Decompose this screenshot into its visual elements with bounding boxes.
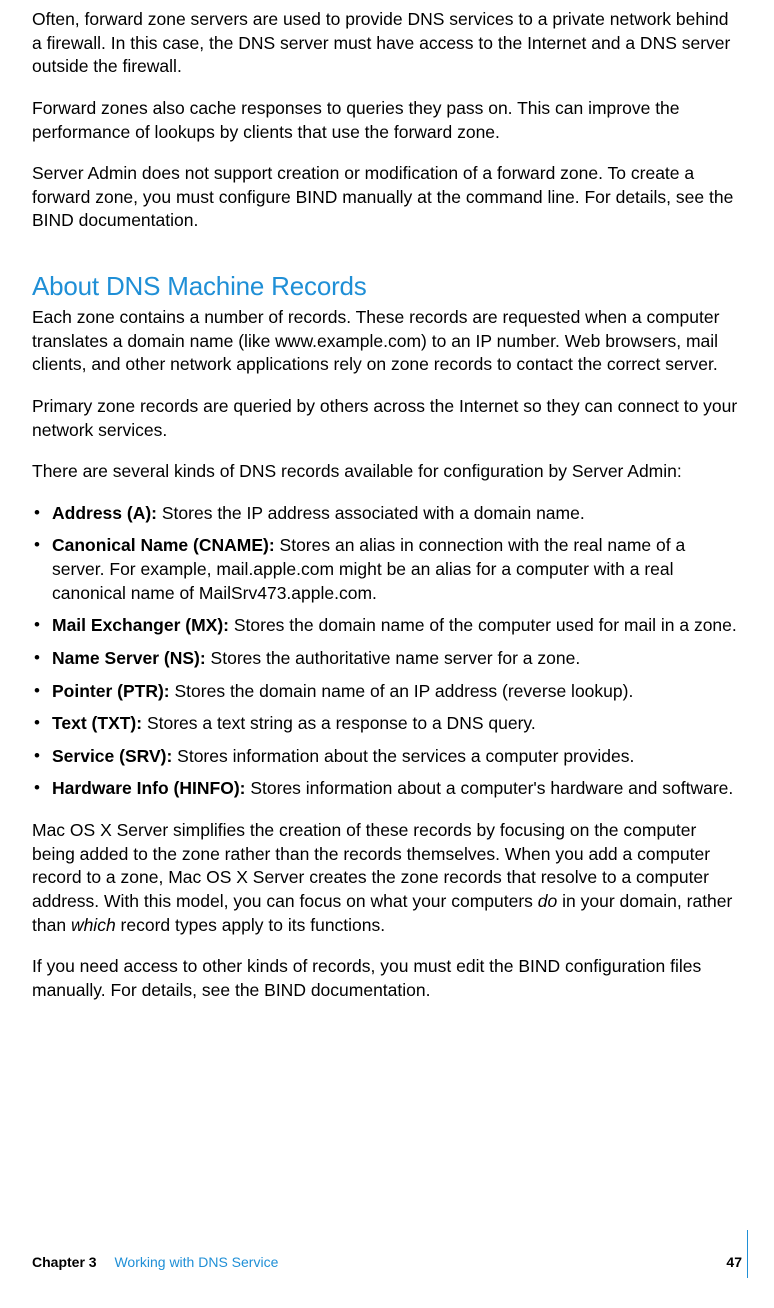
record-term: Service (SRV): — [52, 746, 177, 766]
list-item: Canonical Name (CNAME): Stores an alias … — [32, 534, 742, 605]
paragraph: There are several kinds of DNS records a… — [32, 460, 742, 484]
chapter-label: Chapter 3 — [32, 1254, 97, 1270]
footer-left: Chapter 3 Working with DNS Service — [32, 1253, 278, 1272]
record-term: Name Server (NS): — [52, 648, 211, 668]
footer-rule — [747, 1230, 748, 1278]
page-number: 47 — [726, 1253, 742, 1272]
record-desc: Stores the IP address associated with a … — [162, 503, 585, 523]
record-term: Pointer (PTR): — [52, 681, 175, 701]
record-term: Canonical Name (CNAME): — [52, 535, 280, 555]
record-term: Text (TXT): — [52, 713, 147, 733]
page-footer: Chapter 3 Working with DNS Service 47 — [0, 1253, 774, 1272]
text-run: record types apply to its functions. — [116, 915, 385, 935]
record-desc: Stores information about the services a … — [177, 746, 634, 766]
paragraph: Primary zone records are queried by othe… — [32, 395, 742, 442]
record-desc: Stores the domain name of an IP address … — [175, 681, 634, 701]
paragraph: Forward zones also cache responses to qu… — [32, 97, 742, 144]
record-desc: Stores the authoritative name server for… — [211, 648, 581, 668]
paragraph: Server Admin does not support creation o… — [32, 162, 742, 233]
record-desc: Stores the domain name of the computer u… — [234, 615, 737, 635]
record-term: Hardware Info (HINFO): — [52, 778, 250, 798]
list-item: Pointer (PTR): Stores the domain name of… — [32, 680, 742, 704]
italic-text: do — [538, 891, 557, 911]
records-list: Address (A): Stores the IP address assoc… — [32, 502, 742, 801]
page-content: Often, forward zone servers are used to … — [0, 0, 774, 1002]
footer-inner: Chapter 3 Working with DNS Service 47 — [32, 1253, 742, 1272]
list-item: Text (TXT): Stores a text string as a re… — [32, 712, 742, 736]
list-item: Service (SRV): Stores information about … — [32, 745, 742, 769]
italic-text: which — [71, 915, 116, 935]
list-item: Address (A): Stores the IP address assoc… — [32, 502, 742, 526]
paragraph: Each zone contains a number of records. … — [32, 306, 742, 377]
record-desc: Stores information about a computer's ha… — [250, 778, 733, 798]
list-item: Mail Exchanger (MX): Stores the domain n… — [32, 614, 742, 638]
chapter-title: Working with DNS Service — [114, 1254, 278, 1270]
paragraph: Mac OS X Server simplifies the creation … — [32, 819, 742, 937]
list-item: Name Server (NS): Stores the authoritati… — [32, 647, 742, 671]
record-term: Address (A): — [52, 503, 162, 523]
record-term: Mail Exchanger (MX): — [52, 615, 234, 635]
paragraph: If you need access to other kinds of rec… — [32, 955, 742, 1002]
list-item: Hardware Info (HINFO): Stores informatio… — [32, 777, 742, 801]
record-desc: Stores a text string as a response to a … — [147, 713, 536, 733]
section-heading: About DNS Machine Records — [32, 269, 742, 304]
paragraph: Often, forward zone servers are used to … — [32, 8, 742, 79]
